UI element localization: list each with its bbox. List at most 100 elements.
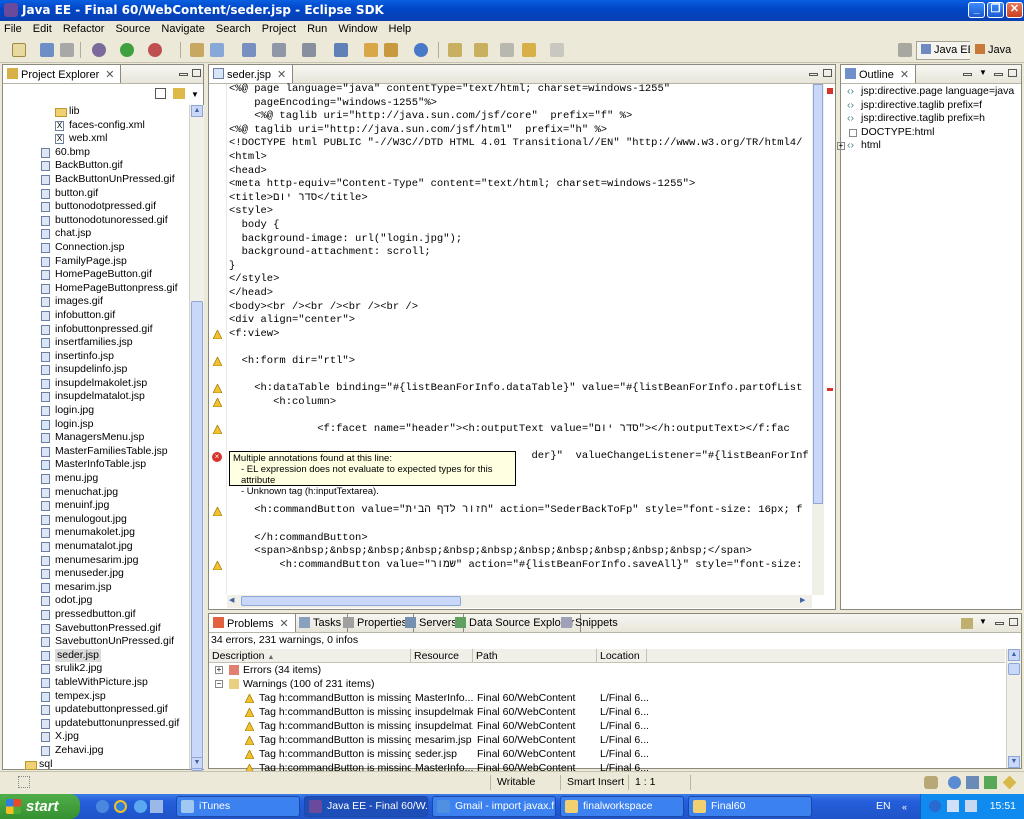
project-tree-item[interactable]: buttonodotunoressed.gif — [7, 214, 193, 228]
project-tree-item[interactable]: pressedbutton.gif — [7, 608, 193, 622]
taskbar-finalworkspace[interactable]: finalworkspace — [560, 796, 684, 817]
maximize-view-icon[interactable] — [823, 69, 832, 77]
error-marker[interactable] — [827, 388, 833, 391]
tray-network-icon[interactable] — [965, 800, 977, 812]
project-tree-item[interactable]: updatebuttonpressed.gif — [7, 703, 193, 717]
column-resource[interactable]: Resource — [411, 649, 473, 663]
project-tree-item[interactable]: SavebuttonPressed.gif — [7, 622, 193, 636]
warning-icon[interactable] — [212, 424, 223, 435]
project-tree-item[interactable]: menumakolet.jpg — [7, 526, 193, 540]
project-tree-item[interactable]: HomePageButtonpress.gif — [7, 282, 193, 296]
tray-expand-icon[interactable]: « — [902, 802, 907, 812]
project-tree-item[interactable]: X.jpg — [7, 730, 193, 744]
project-tree-item[interactable]: Xfaces-config.xml — [7, 119, 193, 133]
outline-item[interactable]: + ‹› html — [837, 139, 1017, 153]
scroll-down-arrow[interactable]: ▼ — [1008, 756, 1020, 768]
network-icon[interactable] — [948, 776, 961, 789]
window-title-bar[interactable]: Java EE - Final 60/WebContent/seder.jsp … — [0, 0, 1024, 21]
menu-window[interactable]: Window — [334, 21, 381, 35]
expand-icon[interactable]: + — [215, 666, 223, 674]
editor-hscroll-thumb[interactable] — [241, 596, 461, 606]
debug-icon[interactable] — [92, 43, 106, 57]
project-tree-item[interactable]: MasterFamiliesTable.jsp — [7, 445, 193, 459]
quicklaunch-media-icon[interactable] — [134, 800, 147, 813]
problems-table-row[interactable]: Tag h:commandButton is missing require me… — [209, 733, 1005, 747]
project-tree-item[interactable]: login.jpg — [7, 404, 193, 418]
project-tree-item[interactable]: 60.bmp — [7, 146, 193, 160]
project-tree-item[interactable]: srulik2.jpg — [7, 662, 193, 676]
project-tree-item[interactable]: insertinfo.jsp — [7, 350, 193, 364]
project-tree-item[interactable]: MasterInfoTable.jsp — [7, 458, 193, 472]
view-menu-icon[interactable]: ▼ — [979, 68, 987, 77]
progress-icon[interactable] — [924, 776, 938, 789]
open-folder-icon[interactable] — [364, 43, 378, 57]
tab-seder-jsp[interactable]: seder.jsp ✕ — [209, 65, 294, 83]
maximize-button[interactable]: ❐ — [987, 2, 1004, 18]
problems-table-row[interactable]: Tag h:commandButton is missing require Ma… — [209, 691, 1005, 705]
close-icon[interactable]: ✕ — [105, 69, 114, 81]
project-tree-item[interactable]: seder.jsp — [7, 648, 193, 663]
editor-vertical-scrollbar[interactable] — [812, 84, 824, 595]
tip-icon[interactable] — [1002, 775, 1017, 790]
new-java-project-icon[interactable] — [190, 43, 204, 57]
project-tree-item[interactable]: login.jsp — [7, 418, 193, 432]
menu-help[interactable]: Help — [385, 21, 416, 35]
open-task-icon[interactable] — [272, 43, 286, 57]
project-tree-item[interactable]: tempex.jsp — [7, 690, 193, 704]
project-tree-item[interactable]: ManagersMenu.jsp — [7, 431, 193, 445]
maximize-view-icon[interactable] — [1008, 69, 1017, 77]
problems-table-row[interactable]: Tag h:commandButton is missing require se… — [209, 747, 1005, 761]
outline-item[interactable]: ‹› jsp:directive.taglib prefix=f — [847, 99, 1017, 113]
collapse-all-icon[interactable] — [155, 88, 166, 99]
open-type-icon[interactable] — [242, 43, 256, 57]
scroll-thumb[interactable] — [191, 301, 203, 771]
column-path[interactable]: Path — [473, 649, 597, 663]
language-indicator[interactable]: EN — [876, 800, 891, 812]
view-menu-icon[interactable]: ▼ — [979, 617, 987, 626]
next-annotation-icon[interactable] — [448, 43, 462, 57]
project-tree-item[interactable]: infobuttonpressed.gif — [7, 323, 193, 337]
quicklaunch-desktop-icon[interactable] — [96, 800, 109, 813]
update-icon[interactable] — [984, 776, 997, 789]
previous-annotation-icon[interactable] — [474, 43, 488, 57]
project-tree-item[interactable]: menu.jpg — [7, 472, 193, 486]
warning-icon[interactable] — [212, 356, 223, 367]
tab-problems[interactable]: Problems ✕ — [209, 614, 296, 632]
project-tree-item[interactable]: tableWithPicture.jsp — [7, 676, 193, 690]
tab-project-explorer[interactable]: Project Explorer ✕ — [3, 65, 122, 83]
project-tree-item[interactable]: BackButton.gif — [7, 159, 193, 173]
web-browser-icon[interactable] — [414, 43, 428, 57]
new-package-icon[interactable] — [210, 43, 224, 57]
toggle-annotation-icon[interactable] — [334, 43, 348, 57]
project-tree-item[interactable]: FamilyPage.jsp — [7, 255, 193, 269]
warning-icon[interactable] — [212, 328, 223, 340]
project-tree-item[interactable]: chat.jsp — [7, 227, 193, 241]
project-tree-item[interactable]: Connection.jsp — [7, 241, 193, 255]
project-explorer-scrollbar[interactable]: ▲ ▼ — [189, 105, 204, 771]
problems-table-row[interactable]: Tag h:commandButton is missing require in… — [209, 719, 1005, 733]
project-tree-item[interactable]: odot.jpg — [7, 594, 193, 608]
project-tree-item[interactable]: buttonodotpressed.gif — [7, 200, 193, 214]
minimize-button[interactable]: _ — [968, 2, 985, 18]
warning-icon[interactable] — [212, 505, 223, 516]
search-icon[interactable] — [302, 43, 316, 57]
project-tree-item[interactable]: updatebuttonunpressed.gif — [7, 717, 193, 731]
taskbar-itunes[interactable]: iTunes — [176, 796, 300, 817]
tab-snippets[interactable]: Snippets — [557, 614, 624, 632]
scroll-right-arrow[interactable]: ▶ — [800, 596, 810, 606]
project-tree-item[interactable]: BackButtonUnPressed.gif — [7, 173, 193, 187]
menu-refactor[interactable]: Refactor — [59, 21, 109, 35]
problems-table-row[interactable]: Tag h:commandButton is missing require in… — [209, 705, 1005, 719]
fast-view-icon[interactable] — [18, 776, 30, 788]
server-icon[interactable] — [966, 776, 979, 789]
external-tools-icon[interactable] — [148, 43, 162, 57]
minimize-view-icon[interactable] — [809, 73, 818, 76]
project-tree-item[interactable]: Zehavi.jpg — [7, 744, 193, 758]
warning-icon[interactable] — [212, 396, 223, 408]
project-tree-item[interactable]: infobutton.gif — [7, 309, 193, 323]
project-tree-item[interactable]: mesarim.jsp — [7, 581, 193, 595]
menu-project[interactable]: Project — [258, 21, 300, 35]
minimize-view-icon[interactable] — [995, 622, 1004, 625]
maximize-view-icon[interactable] — [192, 69, 201, 77]
project-tree-item[interactable]: menumesarim.jpg — [7, 554, 193, 568]
